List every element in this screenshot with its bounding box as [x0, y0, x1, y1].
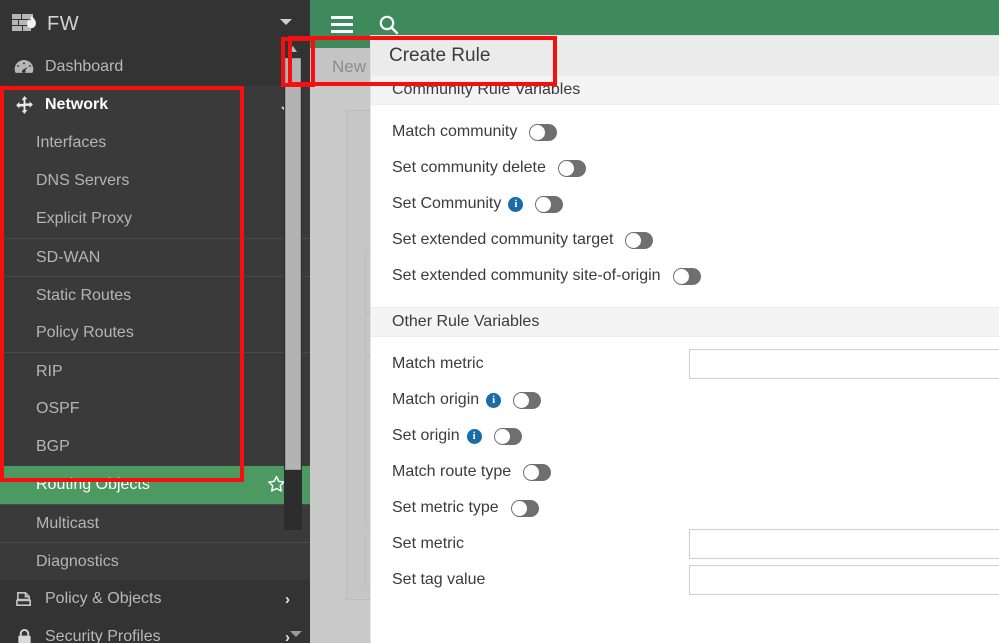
field-label: Set community delete — [392, 159, 546, 177]
form-row: Set extended community target — [371, 222, 999, 258]
sidebar-item-label: Policy & Objects — [45, 590, 285, 608]
sidebar-item-dns-servers[interactable]: DNS Servers — [0, 162, 310, 200]
sidebar-nav: Dashboard›Network⌄InterfacesDNS ServersE… — [0, 48, 310, 643]
create-rule-body: Community Rule Variables Match community S… — [371, 75, 999, 611]
sidebar-item-label: DNS Servers — [36, 172, 129, 190]
field-label: Set metric type — [392, 499, 499, 517]
info-icon[interactable]: i — [486, 393, 501, 408]
form-row: Set metric type — [371, 490, 999, 526]
sidebar-item-label: BGP — [36, 438, 70, 456]
network-move-arrows-icon — [12, 95, 36, 115]
scroll-up-arrow-icon[interactable] — [285, 40, 301, 58]
sidebar-scrollbar-thumb[interactable] — [285, 58, 301, 470]
section-rows: Match metricMatch originiSet originiMatc… — [371, 337, 999, 598]
form-row: Set origin i — [371, 418, 999, 454]
info-icon[interactable]: i — [508, 197, 523, 212]
sidebar-item-label: OSPF — [36, 400, 80, 418]
field-label: Set extended community site-of-origin — [392, 267, 661, 285]
text-input[interactable] — [689, 565, 999, 595]
form-row: Set extended community site-of-origin — [371, 258, 999, 294]
dashboard-gauge-icon — [12, 57, 36, 77]
sidebar-item-label: Diagnostics — [36, 553, 119, 571]
sidebar-item-label: Routing Objects — [36, 476, 150, 494]
toggle-switch[interactable] — [494, 428, 522, 445]
section-rows: Match community Set community delete Set C… — [371, 105, 999, 294]
field-label: Set metric — [392, 535, 464, 553]
field-label: Set origin — [392, 427, 460, 445]
sidebar-item-label: RIP — [36, 363, 63, 381]
sidebar-item-label: Interfaces — [36, 134, 106, 152]
sidebar-bottom-caret-down-icon[interactable] — [290, 631, 302, 637]
toggle-switch[interactable] — [625, 232, 653, 249]
sidebar-item-label: Multicast — [36, 515, 99, 533]
form-row: Match origin i — [371, 382, 999, 418]
sidebar-item-label: Security Profiles — [45, 628, 285, 643]
text-input[interactable] — [689, 529, 999, 559]
field-label: Set Community — [392, 195, 501, 213]
policy-objects-icon — [12, 589, 36, 609]
sidebar-item-label: Network — [45, 96, 279, 114]
section-heading: Community Rule Variables — [371, 75, 999, 105]
text-input[interactable] — [689, 349, 999, 379]
left-sidebar: FW Dashboard›Network⌄InterfacesDNS Serve… — [0, 0, 310, 643]
main-area: New R Nam Com Rule ID Create Rule Commun… — [310, 0, 999, 643]
form-row: Set metric — [371, 526, 999, 562]
sidebar-item-multicast[interactable]: Multicast — [0, 504, 310, 542]
sidebar-item-label: Dashboard — [45, 58, 285, 76]
sidebar-item-sd-wan[interactable]: SD-WAN — [0, 238, 310, 276]
section-spacer — [371, 598, 999, 611]
info-icon[interactable]: i — [467, 429, 482, 444]
create-rule-panel: Create Rule Community Rule VariablesMatc… — [371, 36, 999, 643]
toggle-switch[interactable] — [523, 464, 551, 481]
toggle-switch[interactable] — [529, 124, 557, 141]
create-rule-title: Create Rule — [371, 36, 999, 75]
firewall-brick-flame-icon — [12, 13, 38, 35]
sidebar-item-diagnostics[interactable]: Diagnostics — [0, 542, 310, 580]
toggle-switch[interactable] — [513, 392, 541, 409]
sidebar-item-label: SD-WAN — [36, 249, 100, 267]
field-label: Set tag value — [392, 571, 485, 589]
section-heading: Other Rule Variables — [371, 307, 999, 337]
sidebar-item-rip[interactable]: RIP — [0, 352, 310, 390]
sidebar-item-policy-routes[interactable]: Policy Routes — [0, 314, 310, 352]
sidebar-item-ospf[interactable]: OSPF — [0, 390, 310, 428]
toggle-switch[interactable] — [511, 500, 539, 517]
sidebar-item-network[interactable]: Network⌄ — [0, 86, 310, 124]
form-row: Set community delete — [371, 150, 999, 186]
brand-label: FW — [47, 13, 79, 36]
form-row: Set tag value — [371, 562, 999, 598]
sidebar-item-routing-objects[interactable]: Routing Objects — [0, 466, 310, 504]
field-label: Match route type — [392, 463, 511, 481]
sidebar-item-dashboard[interactable]: Dashboard› — [0, 48, 310, 86]
field-label: Match metric — [392, 355, 484, 373]
caret-down-icon[interactable] — [280, 19, 292, 25]
sidebar-item-interfaces[interactable]: Interfaces — [0, 124, 310, 162]
sidebar-item-policy-objects[interactable]: Policy & Objects› — [0, 580, 310, 618]
sidebar-item-label: Explicit Proxy — [36, 210, 132, 228]
hamburger-menu-icon[interactable] — [319, 0, 365, 48]
field-label: Match community — [392, 123, 517, 141]
sidebar-item-bgp[interactable]: BGP — [0, 428, 310, 466]
sidebar-item-label: Policy Routes — [36, 324, 134, 342]
sidebar-item-explicit-proxy[interactable]: Explicit Proxy — [0, 200, 310, 238]
sidebar-item-label: Static Routes — [36, 287, 131, 305]
form-row: Match metric — [371, 346, 999, 382]
section-spacer — [371, 294, 999, 307]
sidebar-item-security-profiles[interactable]: Security Profiles› — [0, 618, 310, 643]
form-row: Match community — [371, 114, 999, 150]
form-row: Set Community i — [371, 186, 999, 222]
sidebar-item-static-routes[interactable]: Static Routes — [0, 276, 310, 314]
app-window: FW Dashboard›Network⌄InterfacesDNS Serve… — [0, 0, 999, 643]
form-row: Match route type — [371, 454, 999, 490]
field-label: Set extended community target — [392, 231, 613, 249]
brand-header[interactable]: FW — [0, 0, 310, 48]
toggle-switch[interactable] — [535, 196, 563, 213]
chevron-right-icon[interactable]: › — [285, 592, 290, 607]
toggle-switch[interactable] — [558, 160, 586, 177]
lock-shield-icon — [12, 627, 36, 643]
toggle-switch[interactable] — [673, 268, 701, 285]
field-label: Match origin — [392, 391, 479, 409]
